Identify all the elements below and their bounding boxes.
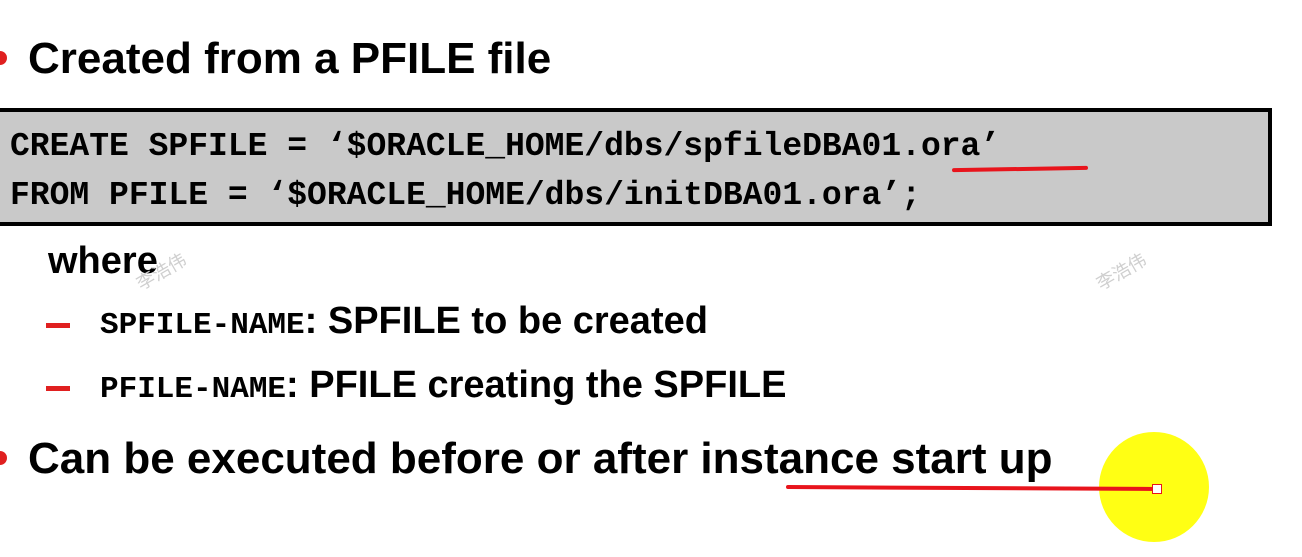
pen-tip-marker — [1152, 484, 1162, 494]
sub-item-description: : SPFILE to be created — [304, 300, 708, 342]
sub-item-term: PFILE-NAME — [100, 372, 287, 407]
code-line-2: FROM PFILE = ‘$ORACLE_HOME/dbs/initDBA01… — [10, 177, 921, 214]
bullet-dot-1 — [0, 51, 7, 65]
sub-item-pfile-name: PFILE-NAME: PFILE creating the SPFILE — [100, 362, 786, 413]
sub-item-term: SPFILE-NAME — [100, 308, 305, 343]
watermark-2: 李浩伟 — [1093, 249, 1150, 295]
code-line-1: CREATE SPFILE = ‘$ORACLE_HOME/dbs/spfile… — [10, 128, 1001, 165]
sub-item-description: : PFILE creating the SPFILE — [286, 364, 787, 406]
pen-underline-instance-startup — [785, 485, 1159, 491]
dash-marker-2 — [46, 386, 70, 391]
sub-item-spfile-name: SPFILE-NAME: SPFILE to be created — [100, 298, 708, 349]
bullet-dot-2 — [0, 451, 7, 465]
bullet-heading-2: Can be executed before or after instance… — [28, 434, 1053, 483]
bullet-heading-1: Created from a PFILE file — [28, 34, 552, 83]
dash-marker-1 — [46, 323, 70, 328]
